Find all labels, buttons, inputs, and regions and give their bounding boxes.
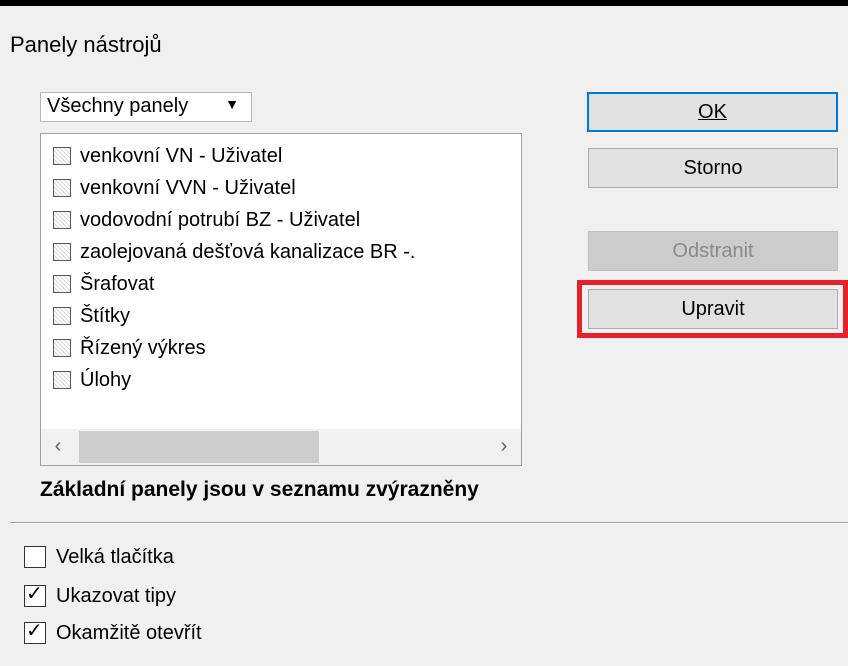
list-item-label: Řízený výkres: [80, 336, 206, 359]
list-item-label: Úlohy: [80, 368, 132, 391]
cancel-button[interactable]: Storno: [588, 148, 838, 188]
list-item[interactable]: Řízený výkres: [53, 332, 513, 364]
checkbox-checked[interactable]: ✓: [24, 620, 46, 644]
list-item-label: venkovní VVN - Uživatel: [80, 176, 296, 199]
list-item[interactable]: Šrafovat: [53, 268, 513, 300]
checkbox-indeterminate-icon[interactable]: [53, 275, 71, 293]
list-item-label: zaolejovaná dešťová kanalizace BR -.: [80, 240, 416, 263]
dialog-title: Panely nástrojů: [10, 32, 162, 57]
dropdown-arrow-icon: ▼: [225, 96, 239, 112]
large-buttons-option[interactable]: Velká tlačítka: [24, 541, 174, 573]
info-note: Základní panely jsou v seznamu zvýrazněn…: [40, 478, 479, 501]
checkbox-checked[interactable]: ✓: [24, 583, 46, 607]
checkmark-icon: ✓: [26, 620, 43, 642]
toolbar-list[interactable]: venkovní VN - Uživatel venkovní VVN - Už…: [40, 133, 522, 466]
show-tips-label: Ukazovat tipy: [56, 584, 177, 607]
panel-filter-dropdown[interactable]: Všechny panely ▼: [40, 92, 252, 122]
scroll-left-icon[interactable]: ‹: [43, 429, 73, 465]
edit-button-highlight: [577, 280, 848, 338]
list-item-label: Štítky: [80, 304, 131, 327]
list-item-label: venkovní VN - Uživatel: [80, 144, 283, 167]
checkbox-indeterminate-icon[interactable]: [53, 371, 71, 389]
scroll-right-icon[interactable]: ›: [489, 429, 519, 465]
open-immediately-option[interactable]: ✓ Okamžitě otevřít: [24, 617, 202, 649]
large-buttons-label: Velká tlačítka: [56, 545, 174, 568]
list-item[interactable]: zaolejovaná dešťová kanalizace BR -.: [53, 236, 513, 268]
checkbox-unchecked[interactable]: [24, 546, 46, 568]
checkbox-indeterminate-icon[interactable]: [53, 179, 71, 197]
list-item[interactable]: venkovní VN - Uživatel: [53, 140, 513, 172]
list-item[interactable]: venkovní VVN - Uživatel: [53, 172, 513, 204]
divider: [10, 522, 848, 524]
list-item-label: vodovodní potrubí BZ - Uživatel: [80, 208, 361, 231]
checkbox-indeterminate-icon[interactable]: [53, 211, 71, 229]
list-item[interactable]: vodovodní potrubí BZ - Uživatel: [53, 204, 513, 236]
panel-filter-value: Všechny panely: [47, 95, 189, 117]
list-item[interactable]: Štítky: [53, 300, 513, 332]
horizontal-scrollbar[interactable]: ‹ ›: [41, 429, 521, 465]
show-tips-option[interactable]: ✓ Ukazovat tipy: [24, 580, 176, 612]
open-immediately-label: Okamžitě otevřít: [56, 621, 202, 644]
delete-button-label: Odstranit: [672, 239, 754, 262]
checkbox-indeterminate-icon[interactable]: [53, 339, 71, 357]
list-item[interactable]: Úlohy: [53, 364, 513, 396]
ok-button-label: OK: [698, 100, 727, 123]
checkbox-indeterminate-icon[interactable]: [53, 307, 71, 325]
window-top-border: [0, 0, 848, 6]
checkbox-indeterminate-icon[interactable]: [53, 243, 71, 261]
cancel-button-label: Storno: [683, 156, 743, 179]
horizontal-scroll-thumb[interactable]: [79, 431, 319, 463]
ok-button[interactable]: OK: [587, 92, 838, 132]
list-item-label: Šrafovat: [80, 272, 155, 295]
delete-button: Odstranit: [588, 231, 838, 271]
checkbox-indeterminate-icon[interactable]: [53, 147, 71, 165]
checkmark-icon: ✓: [26, 583, 43, 605]
